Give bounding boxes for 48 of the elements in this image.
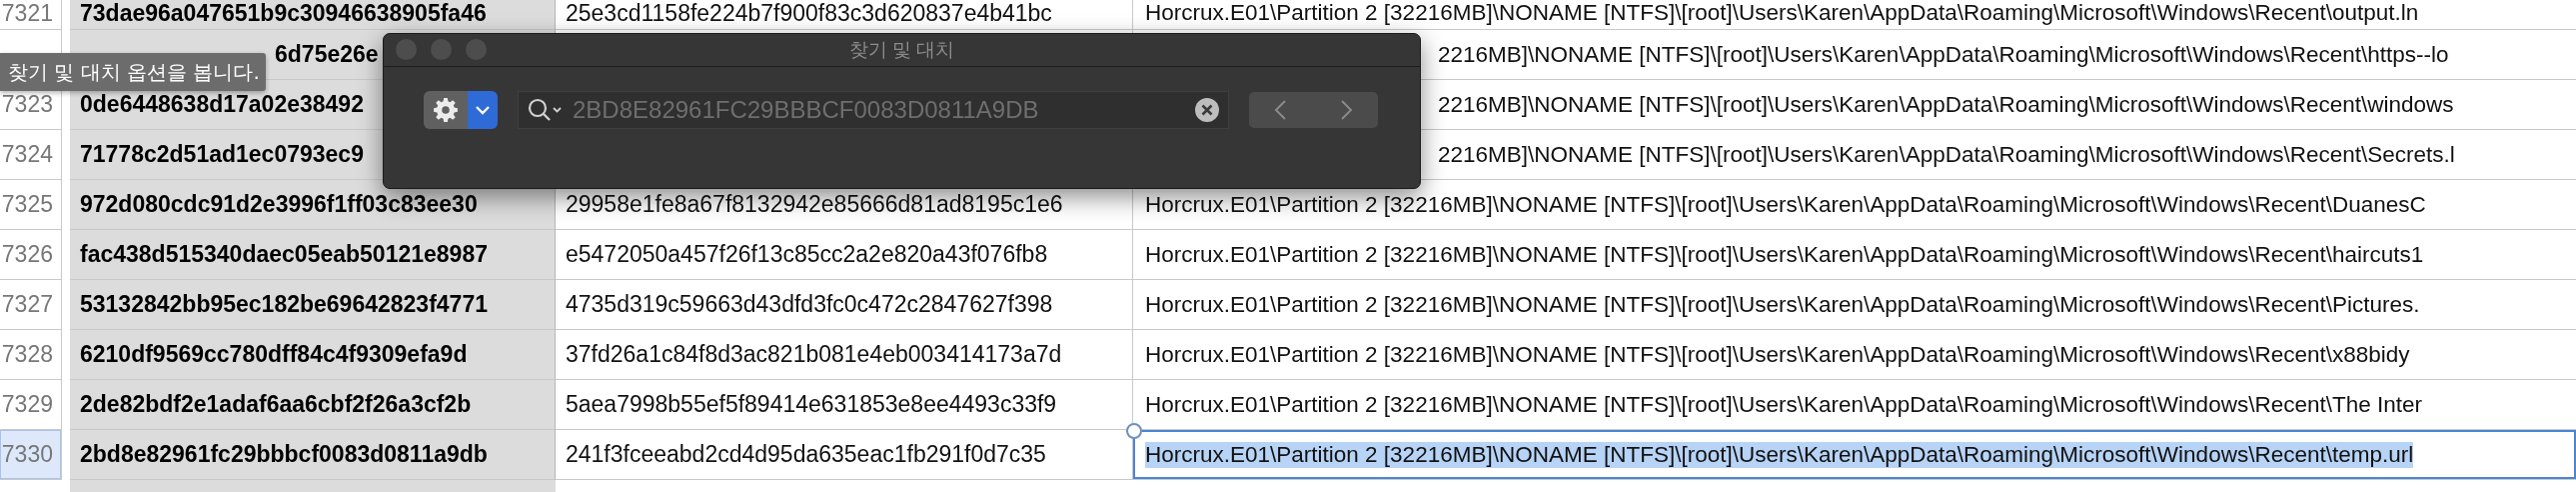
row-number[interactable]: 7324 — [0, 130, 62, 180]
table-cell: 25e3cd1158fe224b7f900f83c3d620837e4b41bc — [566, 0, 1052, 27]
table-cell: Horcrux.E01\Partition 2 [32216MB]\NONAME [NTFS]\[root]\Users\Karen\AppData\Roaming\Microsoft\Windows\Recent\x88bidy — [1145, 341, 2410, 368]
table-cell: 0de6448638d17a02e38492 — [80, 91, 364, 118]
table-cell: 4735d319c59663d43dfd3fc0c472c2847627f398 — [566, 291, 1053, 318]
table-cell: 37fd26a1c84f8d3ac821b081e4eb003414173a7d — [566, 341, 1062, 368]
zoom-button[interactable] — [466, 39, 487, 60]
table-cell: 73dae96a047651b9c30946638905fa46 — [80, 0, 487, 27]
table-cell: 5aea7998b55ef5f89414e631853e8ee4493c33f9 — [566, 391, 1057, 418]
table-cell: Horcrux.E01\Partition 2 [32216MB]\NONAME [NTFS]\[root]\Users\Karen\AppData\Roaming\Microsoft\Windows\Recent\DuanesC — [1145, 191, 2426, 218]
row-number[interactable]: 7325 — [0, 180, 62, 230]
table-cell: 29958e1fe8a67f8132942e85666d81ad8195c1e6 — [566, 191, 1063, 218]
row-number[interactable]: 7328 — [0, 330, 62, 380]
table-cell: Horcrux.E01\Partition 2 [32216MB]\NONAME [NTFS]\[root]\Users\Karen\AppData\Roaming\Microsoft\Windows\Recent\Pictures. — [1145, 291, 2420, 318]
table-cell: Horcrux.E01\Partition 2 [32216MB]\NONAME [NTFS]\[root]\Users\Karen\AppData\Roaming\Microsoft\Windows\Recent\The Inter — [1145, 391, 2422, 418]
chevron-right-icon — [1338, 98, 1354, 122]
table-cell: Horcrux.E01\Partition 2 [32216MB]\NONAME [NTFS]\[root]\Users\Karen\AppData\Roaming\Microsoft\Windows\Recent\output.ln — [1145, 0, 2419, 26]
table-cell: 972d080cdc91d2e3996f1ff03c83ee30 — [80, 191, 478, 218]
settings-icon — [433, 97, 459, 123]
table-cell: fac438d515340daec05eab50121e8987 — [80, 241, 488, 268]
window-title: 찾기 및 대치 — [848, 38, 955, 62]
selection-handle[interactable] — [1126, 423, 1142, 439]
clear-icon[interactable] — [1194, 97, 1220, 123]
table-cell: 2de82bdf2e1adaf6aa6cbf2f26a3cf2b — [80, 391, 472, 418]
options-button[interactable] — [424, 91, 498, 129]
row-number[interactable]: 7321 — [0, 0, 62, 30]
table-cell: 71778c2d51ad1ec0793ec9 — [80, 141, 364, 168]
table-cell: 2216MB]\NONAME [NTFS]\[root]\Users\Karen\AppData\Roaming\Microsoft\Windows\Recent\https--lo — [1438, 41, 2449, 68]
table-cell: Horcrux.E01\Partition 2 [32216MB]\NONAME [NTFS]\[root]\Users\Karen\AppData\Roaming\Microsoft\Windows\Recent\haircuts1 — [1145, 241, 2424, 268]
table-cell: 6210df9569cc780dff84c4f9309efa9d — [80, 341, 468, 368]
table-cell: 2216MB]\NONAME [NTFS]\[root]\Users\Karen\AppData\Roaming\Microsoft\Windows\Recent\Secrets.l — [1438, 141, 2455, 168]
search-field[interactable]: 2BD8E82961FC29BBBCF0083D0811A9DB — [518, 91, 1229, 129]
row-number[interactable]: 7327 — [0, 280, 62, 330]
row-number[interactable]: 7330 — [0, 430, 62, 480]
tooltip: 찾기 및 대치 옵션을 봅니다. — [0, 53, 266, 91]
chevron-left-icon — [1273, 98, 1289, 122]
table-cell: 241f3fceeabd2cd4d95da635eac1fb291f0d7c35 — [566, 441, 1046, 468]
table-cell: 6d75e26e — [275, 41, 379, 68]
close-button[interactable] — [396, 39, 417, 60]
minimize-button[interactable] — [431, 39, 452, 60]
table-cell: Horcrux.E01\Partition 2 [32216MB]\NONAME [NTFS]\[root]\Users\Karen\AppData\Roaming\Microsoft\Windows\Recent\temp.url — [1145, 441, 2414, 468]
table-cell: 2216MB]\NONAME [NTFS]\[root]\Users\Karen\AppData\Roaming\Microsoft\Windows\Recent\windows — [1438, 91, 2454, 118]
table-cell: e5472050a457f26f13c85cc2a2e820a43f076fb8 — [566, 241, 1048, 268]
table-cell: 53132842bb95ec182be69642823f4771 — [80, 291, 488, 318]
chevron-down-icon — [473, 103, 493, 117]
table-cell: 2bd8e82961fc29bbbcf0083d0811a9db — [80, 441, 488, 468]
row-number[interactable]: 7326 — [0, 230, 62, 280]
search-value: 2BD8E82961FC29BBBCF0083D0811A9DB — [573, 96, 1040, 124]
